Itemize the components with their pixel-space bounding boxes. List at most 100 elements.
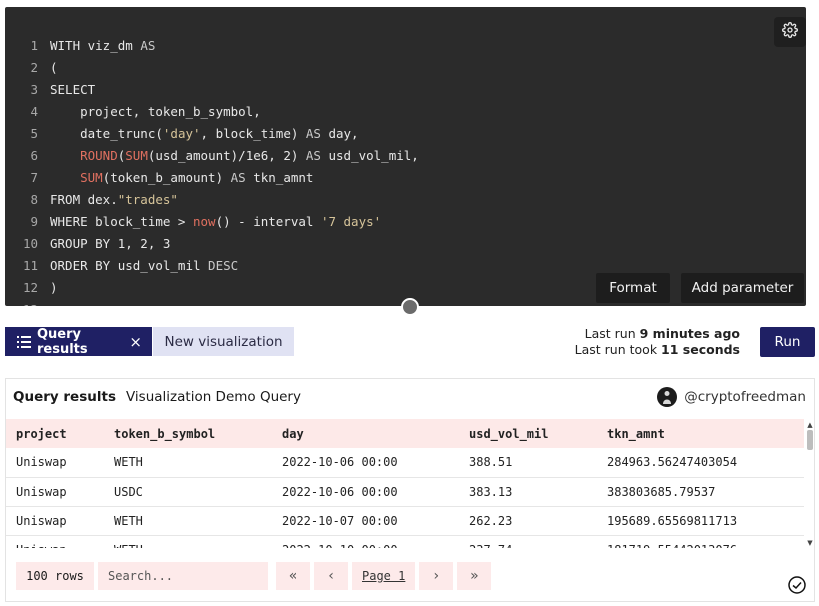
table-footer: 100 rows « ‹ Page 1 › » [16, 562, 492, 590]
line-number: 3 [30, 81, 38, 97]
code-line[interactable]: 4 project, token_b_symbol, [5, 100, 806, 122]
tab-new-visualization[interactable]: New visualization [153, 327, 294, 356]
editor-resize-handle[interactable] [401, 298, 419, 316]
scroll-up-arrow-icon[interactable]: ▲ [806, 421, 814, 429]
code-line[interactable]: 1 WITH viz_dm AS [5, 34, 806, 56]
table-cell: 383803685.79537 [597, 477, 804, 507]
table-row[interactable]: Uniswap USDC 2022-10-06 00:00 383.13 3838036… [6, 477, 804, 507]
table-cell: 388.51 [459, 448, 597, 478]
table-cell: 237.74 [459, 535, 597, 548]
line-number: 12 [22, 279, 38, 295]
author-handle: @cryptofreedman [684, 389, 806, 405]
close-icon[interactable]: × [129, 333, 142, 351]
code-text[interactable]: ) [45, 280, 58, 295]
line-number: 13 [5, 302, 45, 307]
double-chevron-left-icon: « [288, 568, 298, 584]
table-cell: 262.23 [459, 506, 597, 536]
query-name[interactable]: Visualization Demo Query [126, 389, 301, 405]
column-header[interactable]: tkn_amnt [597, 419, 804, 448]
table-row[interactable]: UniswapWETH2022-10-10 00:00237.74181719.… [6, 535, 804, 548]
table-search-input[interactable] [98, 562, 268, 590]
results-table: project token_b_symbol day usd_vol_mil tkn_a… [6, 419, 804, 548]
line-number: 1 [30, 37, 38, 53]
code-text[interactable]: project, token_b_symbol, [45, 104, 261, 119]
current-page[interactable]: Page 1 [352, 562, 416, 590]
line-number: 10 [22, 235, 38, 251]
code-text[interactable]: FROM dex."trades" [45, 192, 178, 207]
last-run-duration-value: 11 seconds [661, 342, 740, 357]
line-number: 7 [30, 169, 38, 185]
table-cell: 181719.55442013076 [597, 535, 804, 548]
add-parameter-button[interactable]: Add parameter [681, 273, 804, 303]
code-text[interactable]: WITH viz_dm AS [45, 38, 155, 53]
code-text[interactable]: date_trunc('day', block_time) AS day, [45, 126, 359, 141]
sql-editor[interactable]: 1 WITH viz_dm AS 2(3 SELECT 4 project, token… [5, 7, 806, 306]
table-scrollbar[interactable]: ▲ ▼ [806, 421, 814, 547]
table-header-row: project token_b_symbol day usd_vol_mil tkn_a… [6, 419, 804, 448]
code-text[interactable]: ORDER BY usd_vol_mil DESC [45, 258, 238, 273]
next-page-button[interactable]: › [419, 562, 454, 590]
table-cell: Uniswap [6, 535, 104, 548]
code-text[interactable]: SUM(token_b_amount) AS tkn_amnt [45, 170, 313, 185]
tab-query-results[interactable]: Query results × [5, 326, 152, 357]
table-cell: WETH [104, 506, 272, 536]
scroll-down-arrow-icon[interactable]: ▼ [806, 539, 814, 547]
author[interactable]: @cryptofreedman [657, 387, 806, 407]
check-circle-icon [788, 576, 806, 594]
table-cell: Uniswap [6, 448, 104, 478]
last-page-button[interactable]: » [457, 562, 492, 590]
previous-page-button[interactable]: ‹ [314, 562, 348, 590]
chevron-left-icon: ‹ [328, 568, 334, 584]
code-line[interactable]: 7 SUM(token_b_amount) AS tkn_amnt [5, 166, 806, 188]
line-number: 4 [30, 103, 38, 119]
code-line[interactable]: 8 FROM dex."trades" [5, 188, 806, 210]
table-cell: 2022-10-07 00:00 [272, 506, 459, 536]
last-run-value: 9 minutes ago [639, 326, 740, 341]
double-chevron-right-icon: » [470, 568, 479, 584]
table-cell: WETH [104, 535, 272, 548]
code-text[interactable]: GROUP BY 1, 2, 3 [45, 236, 170, 251]
code-line[interactable]: 9 WHERE block_time > now() - interval '7 … [5, 210, 806, 232]
table-cell: 284963.56247403054 [597, 448, 804, 478]
code-line[interactable]: 5 date_trunc('day', block_time) AS day, [5, 122, 806, 144]
line-number: 11 [22, 257, 38, 273]
column-header[interactable]: project [6, 419, 104, 448]
gear-icon [782, 22, 798, 42]
table-cell: Uniswap [6, 506, 104, 536]
scroll-thumb[interactable] [807, 430, 813, 450]
code-line[interactable]: 2( [5, 56, 806, 78]
table-cell: WETH [104, 448, 272, 478]
column-header[interactable]: day [272, 419, 459, 448]
line-number: 5 [30, 125, 38, 141]
avatar [657, 387, 678, 407]
code-line[interactable]: 10 GROUP BY 1, 2, 3 [5, 232, 806, 254]
code-line[interactable]: 6 ROUND(SUM(usd_amount)/1e6, 2) AS usd_v… [5, 144, 806, 166]
table-row[interactable]: Uniswap WETH 2022-10-07 00:00 262.23 195689.… [6, 506, 804, 536]
column-header[interactable]: usd_vol_mil [459, 419, 597, 448]
chevron-right-icon: › [433, 568, 440, 584]
row-count: 100 rows [16, 562, 94, 590]
results-panel: Query results Visualization Demo Query @… [5, 378, 815, 602]
line-number: 6 [30, 147, 38, 163]
first-page-button[interactable]: « [276, 562, 310, 590]
last-run-line: Last run 9 minutes ago [584, 326, 740, 341]
table-cell: 195689.65569811713 [597, 506, 804, 536]
code-text[interactable]: ( [45, 60, 58, 75]
last-run-duration-line: Last run took 11 seconds [574, 342, 740, 357]
code-line[interactable]: 3 SELECT [5, 78, 806, 100]
code-lines[interactable]: 1 WITH viz_dm AS 2(3 SELECT 4 project, token… [5, 34, 806, 307]
format-button[interactable]: Format [596, 273, 670, 303]
editor-settings-button[interactable] [774, 17, 806, 47]
table-cell: 2022-10-10 00:00 [272, 535, 459, 548]
table-row[interactable]: Uniswap WETH 2022-10-06 00:00 388.51 284963.… [6, 448, 804, 478]
code-text[interactable]: ROUND(SUM(usd_amount)/1e6, 2) AS usd_vol… [45, 148, 419, 163]
results-header: Query results Visualization Demo Query [13, 389, 301, 405]
line-number: 2 [30, 59, 38, 75]
results-title: Query results [13, 389, 116, 405]
code-text[interactable]: SELECT [45, 82, 95, 97]
tab-query-results-label: Query results [37, 326, 88, 357]
column-header[interactable]: token_b_symbol [104, 419, 272, 448]
table-cell: USDC [104, 477, 272, 507]
run-button[interactable]: Run [760, 327, 815, 357]
code-text[interactable]: WHERE block_time > now() - interval '7 d… [45, 214, 381, 229]
